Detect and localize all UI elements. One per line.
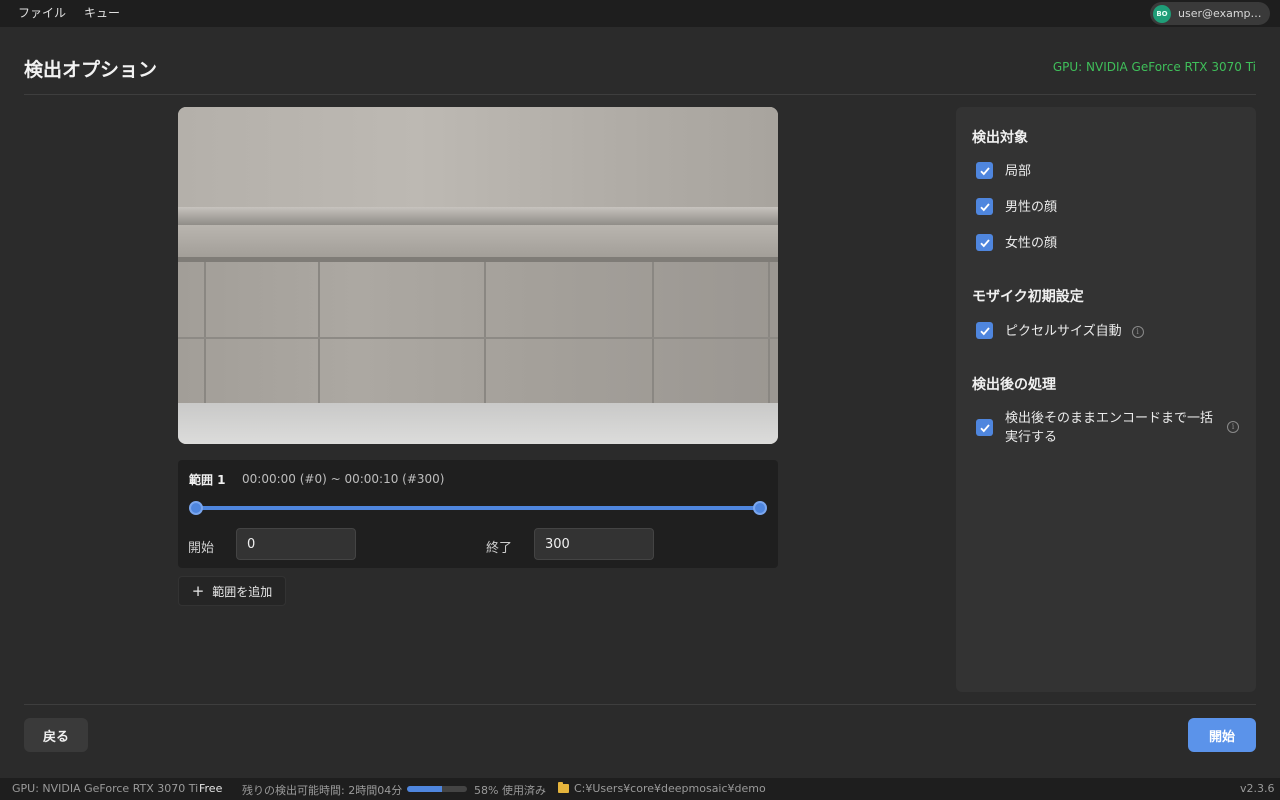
option-label: ピクセルサイズ自動 — [1005, 324, 1122, 339]
post-process-title: 検出後の処理 — [972, 377, 1056, 393]
start-button[interactable]: 開始 — [1188, 718, 1256, 752]
menu-bar: ファイル キュー BO user@example.com — [0, 0, 1280, 27]
option-genitals[interactable]: 局部 — [976, 162, 1031, 181]
checkbox-checked-icon[interactable] — [976, 419, 993, 436]
account-chip[interactable]: BO user@example.com — [1150, 2, 1270, 25]
status-usage: 58% 使用済み — [474, 784, 546, 797]
add-range-button[interactable]: + 範囲を追加 — [178, 576, 286, 606]
option-female-face[interactable]: 女性の顔 — [976, 234, 1057, 253]
gpu-label: GPU: NVIDIA GeForce RTX 3070 Ti — [1052, 60, 1256, 74]
status-plan: Free — [199, 782, 223, 795]
status-path[interactable]: C:¥Users¥core¥deepmosaic¥demo — [574, 782, 766, 795]
options-panel: 検出対象 局部 男性の顔 女性の顔 モザイク初期設定 ピクセルサイズ自動 i 検… — [956, 107, 1256, 692]
back-button[interactable]: 戻る — [24, 718, 88, 752]
range-slider-track[interactable] — [196, 506, 760, 510]
option-male-face[interactable]: 男性の顔 — [976, 198, 1057, 217]
checkbox-checked-icon[interactable] — [976, 162, 993, 179]
usage-progress-fill — [407, 786, 442, 792]
checkbox-checked-icon[interactable] — [976, 198, 993, 215]
range-panel: 範囲 1 00:00:00 (#0) ~ 00:00:10 (#300) 開始 … — [178, 460, 778, 568]
end-label: 終了 — [486, 541, 513, 556]
status-gpu: GPU: NVIDIA GeForce RTX 3070 Ti — [12, 782, 199, 795]
plus-icon: + — [191, 582, 205, 600]
checkbox-checked-icon[interactable] — [976, 322, 993, 339]
status-version: v2.3.6 — [1240, 782, 1275, 795]
option-label: 女性の顔 — [1005, 236, 1058, 251]
info-icon[interactable]: i — [1227, 421, 1239, 433]
range-end-handle[interactable] — [753, 501, 767, 515]
avatar: BO — [1153, 4, 1171, 23]
option-label: 局部 — [1005, 164, 1032, 179]
info-icon[interactable]: i — [1131, 326, 1144, 338]
status-remaining: 残りの検出可能時間: 2時間04分 — [242, 784, 403, 797]
add-range-label: 範囲を追加 — [212, 584, 273, 599]
checkbox-checked-icon[interactable] — [976, 234, 993, 251]
start-input[interactable] — [236, 528, 356, 560]
option-auto-encode[interactable]: 検出後そのままエンコードまで一括実行する i — [976, 409, 1244, 447]
mosaic-settings-title: モザイク初期設定 — [972, 289, 1084, 305]
usage-progress-bar — [407, 786, 467, 792]
footer-divider — [24, 704, 1256, 705]
option-label: 検出後そのままエンコードまで一括実行する — [1005, 411, 1214, 445]
range-title: 範囲 1 — [189, 473, 226, 487]
video-preview — [178, 107, 778, 444]
status-bar: GPU: NVIDIA GeForce RTX 3070 Ti Free 残りの… — [0, 778, 1280, 800]
folder-icon — [558, 782, 569, 793]
start-label: 開始 — [188, 541, 215, 556]
option-auto-pixel-size[interactable]: ピクセルサイズ自動 i — [976, 322, 1144, 341]
account-email: user@example.com — [1178, 7, 1264, 20]
option-label: 男性の顔 — [1005, 200, 1058, 215]
end-input[interactable] — [534, 528, 654, 560]
detect-targets-title: 検出対象 — [972, 130, 1028, 146]
range-time: 00:00:00 (#0) ~ 00:00:10 (#300) — [242, 472, 445, 486]
header-divider — [24, 94, 1256, 95]
menu-queue[interactable]: キュー — [75, 0, 129, 27]
page-title: 検出オプション — [24, 59, 158, 81]
menu-file[interactable]: ファイル — [9, 0, 75, 27]
range-start-handle[interactable] — [189, 501, 203, 515]
